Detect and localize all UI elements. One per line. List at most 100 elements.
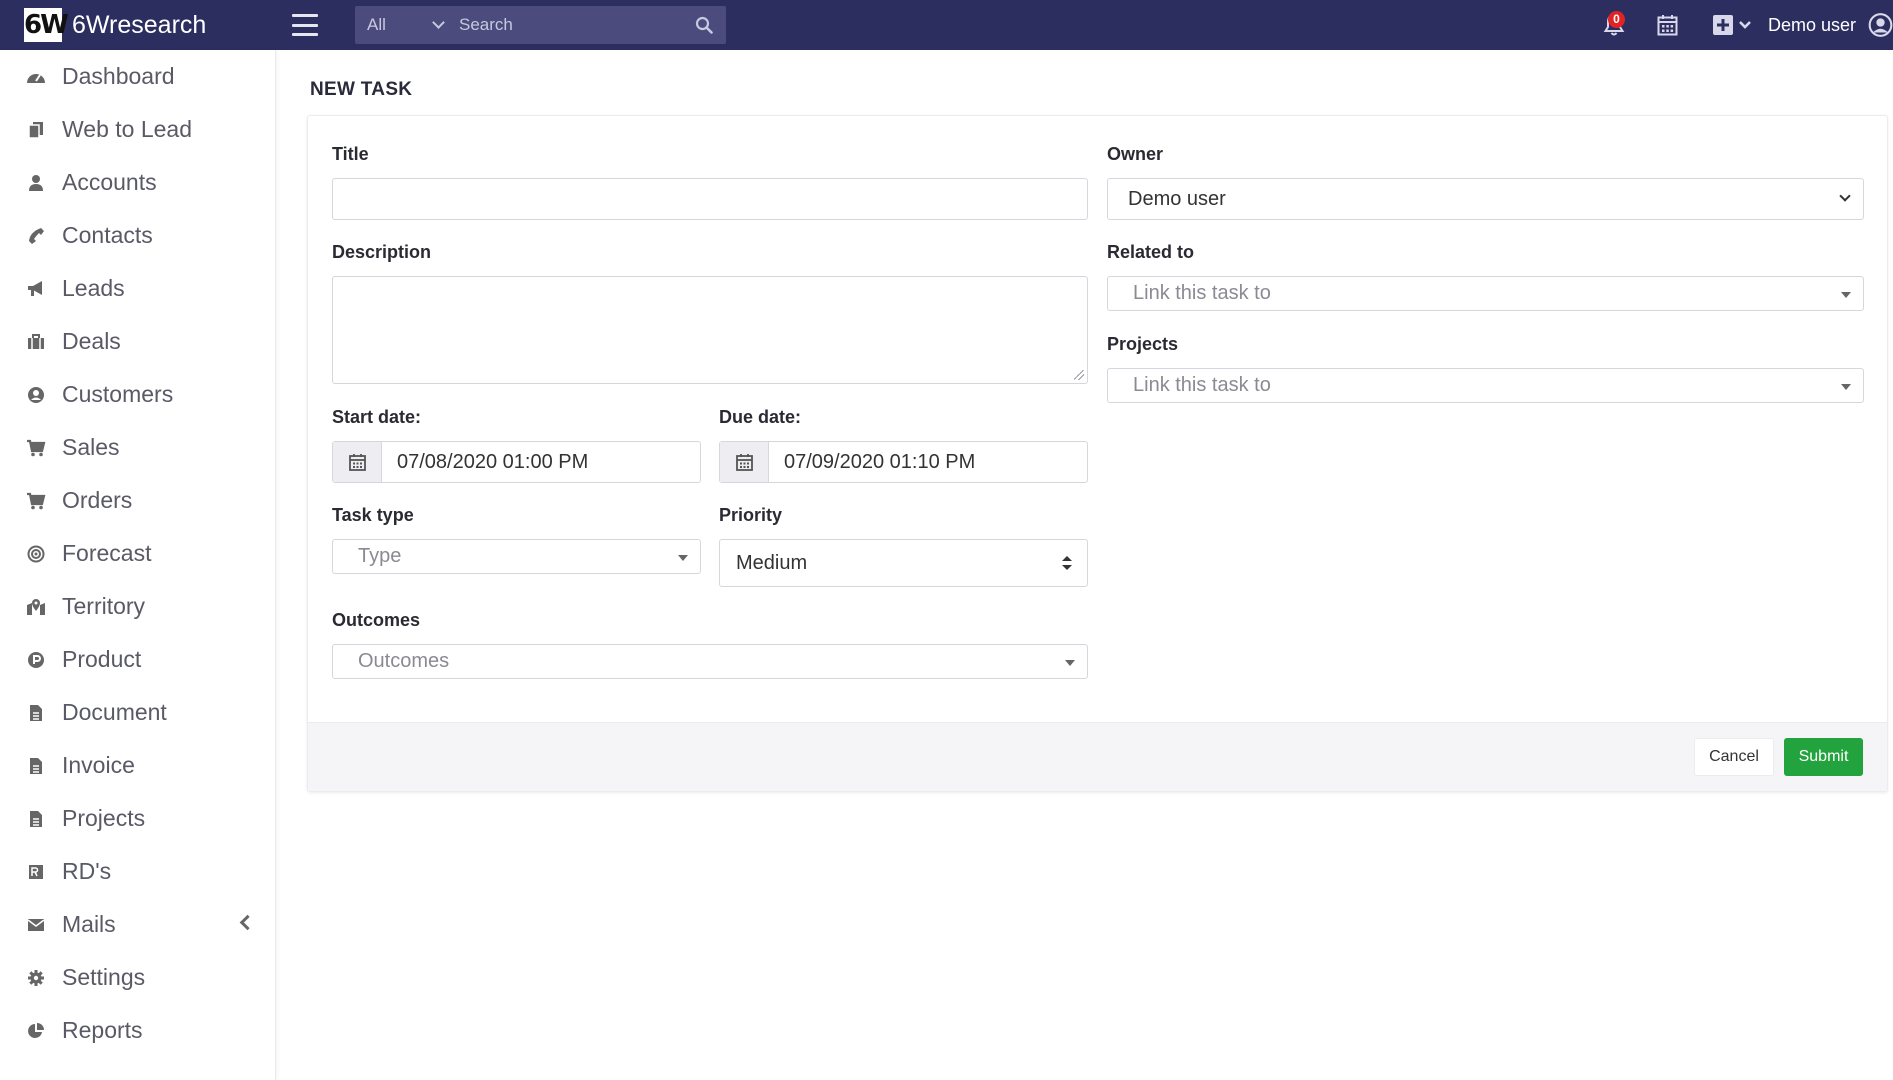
start-date-input[interactable] <box>382 442 700 482</box>
brand[interactable]: 6W 6Wresearch <box>0 0 276 50</box>
new-task-form: Title Description Start date: Due date: … <box>307 115 1888 792</box>
user-name[interactable]: Demo user <box>1768 15 1856 36</box>
priority-value: Medium <box>736 551 808 574</box>
gear-icon <box>26 968 46 988</box>
owner-select[interactable]: Demo user <box>1107 178 1864 220</box>
file-icon <box>26 809 46 829</box>
calendar-icon[interactable] <box>1640 0 1696 50</box>
priority-label: Priority <box>719 505 783 525</box>
user-icon <box>26 173 46 193</box>
chevron-left-icon[interactable] <box>239 914 256 931</box>
sidebar-item-label: Settings <box>62 964 146 990</box>
sidebar-item-contacts[interactable]: Contacts <box>0 209 275 262</box>
chevron-down-icon <box>1739 21 1751 29</box>
sidebar-item-label: Document <box>62 699 167 725</box>
description-label: Description <box>332 242 432 262</box>
sidebar-item-projects[interactable]: Projects <box>0 792 275 845</box>
sidebar-item-label: Territory <box>62 593 146 619</box>
outcomes-label: Outcomes <box>332 610 421 630</box>
priority-select[interactable]: Medium <box>719 539 1088 587</box>
due-date-input[interactable] <box>769 442 1087 482</box>
resize-handle-icon[interactable] <box>1074 370 1084 380</box>
sidebar: Dashboard Web to Lead Accounts Contacts … <box>0 50 276 1080</box>
topbar-actions: 0 Demo user <box>1588 0 1893 50</box>
sidebar-item-product[interactable]: Product <box>0 633 275 686</box>
map-marker-icon <box>26 597 46 617</box>
plus-square-icon <box>1712 15 1733 35</box>
dashboard-icon <box>26 67 46 87</box>
bullhorn-icon <box>26 279 46 299</box>
projects-label: Projects <box>1107 334 1179 354</box>
sidebar-item-label: Projects <box>62 805 146 831</box>
outcomes-select[interactable]: Outcomes <box>332 644 1088 679</box>
menu-toggle-icon[interactable] <box>292 14 318 36</box>
task-type-placeholder: Type <box>358 545 402 567</box>
select-arrows-icon <box>1062 556 1072 570</box>
brand-logo: 6W <box>24 8 69 42</box>
file-icon <box>26 703 46 723</box>
sidebar-item-document[interactable]: Document <box>0 686 275 739</box>
user-avatar-icon[interactable] <box>1868 0 1893 50</box>
projects-select[interactable]: Link this task to <box>1107 368 1864 403</box>
calendar-icon[interactable] <box>333 442 382 482</box>
sidebar-item-label: Sales <box>62 434 120 460</box>
search-input[interactable] <box>455 15 682 35</box>
task-type-label: Task type <box>332 505 414 525</box>
sidebar-item-label: Dashboard <box>62 63 175 89</box>
caret-down-icon <box>1841 383 1851 390</box>
file-icon <box>26 756 46 776</box>
title-input[interactable] <box>333 179 1087 219</box>
search-scope-label: All <box>367 15 386 34</box>
user-circle-icon <box>26 385 46 405</box>
caret-down-icon <box>678 554 688 561</box>
sidebar-item-customers[interactable]: Customers <box>0 368 275 421</box>
bullseye-icon <box>26 544 46 564</box>
cart-icon <box>26 491 46 511</box>
sidebar-item-label: Forecast <box>62 540 152 566</box>
page-title: NEW TASK <box>310 79 413 100</box>
add-new-dropdown[interactable] <box>1696 0 1768 50</box>
description-textarea[interactable] <box>333 277 1087 383</box>
sidebar-item-label: RD's <box>62 858 112 884</box>
sidebar-item-orders[interactable]: Orders <box>0 474 275 527</box>
task-type-select[interactable]: Type <box>332 539 701 574</box>
search-scope-dropdown[interactable]: All <box>355 15 455 35</box>
sidebar-item-deals[interactable]: Deals <box>0 315 275 368</box>
calendar-icon[interactable] <box>720 442 769 482</box>
sidebar-item-web-to-lead[interactable]: Web to Lead <box>0 103 275 156</box>
sidebar-item-accounts[interactable]: Accounts <box>0 156 275 209</box>
sidebar-item-label: Product <box>62 646 142 672</box>
brand-name: 6Wresearch <box>72 10 207 39</box>
sidebar-item-sales[interactable]: Sales <box>0 421 275 474</box>
title-label: Title <box>332 144 369 164</box>
sidebar-item-label: Customers <box>62 381 174 407</box>
related-to-select[interactable]: Link this task to <box>1107 276 1864 311</box>
top-navbar: 6W 6Wresearch All 0 Demo user <box>0 0 1893 50</box>
cart-icon <box>26 438 46 458</box>
notifications-bell-icon[interactable]: 0 <box>1588 0 1640 50</box>
sidebar-item-settings[interactable]: Settings <box>0 951 275 1004</box>
copy-icon <box>26 120 46 140</box>
rd-icon <box>26 862 46 882</box>
caret-down-icon <box>1065 659 1075 666</box>
sidebar-item-dashboard[interactable]: Dashboard <box>0 50 275 103</box>
sidebar-item-invoice[interactable]: Invoice <box>0 739 275 792</box>
search-icon[interactable] <box>682 6 726 44</box>
title-field[interactable] <box>332 178 1088 220</box>
pie-chart-icon <box>26 1021 46 1041</box>
sidebar-item-rds[interactable]: RD's <box>0 845 275 898</box>
description-field[interactable] <box>332 276 1088 384</box>
chevron-down-icon <box>432 16 445 29</box>
sidebar-item-territory[interactable]: Territory <box>0 580 275 633</box>
sidebar-item-reports[interactable]: Reports <box>0 1004 275 1057</box>
sidebar-item-forecast[interactable]: Forecast <box>0 527 275 580</box>
owner-label: Owner <box>1107 144 1164 164</box>
sidebar-item-label: Accounts <box>62 169 157 195</box>
sidebar-item-mails[interactable]: Mails <box>0 898 275 951</box>
sidebar-item-leads[interactable]: Leads <box>0 262 275 315</box>
sidebar-item-label: Reports <box>62 1017 143 1043</box>
cancel-button[interactable]: Cancel <box>1694 738 1774 776</box>
sidebar-item-label: Mails <box>62 911 116 937</box>
form-footer <box>308 722 1887 791</box>
submit-button[interactable]: Submit <box>1784 738 1863 776</box>
